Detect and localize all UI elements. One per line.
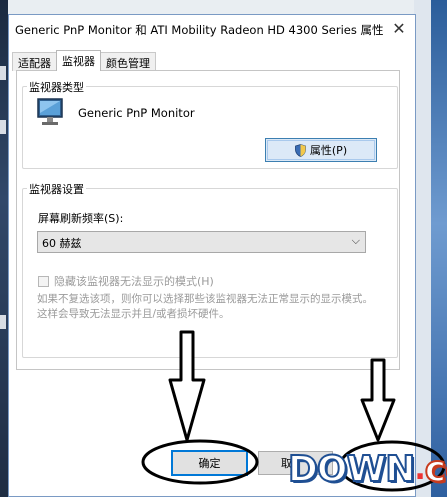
properties-button-label: 属性(P) (309, 144, 348, 157)
tab-monitor[interactable]: 监视器 (56, 50, 101, 71)
tab-color-management[interactable]: 颜色管理 (100, 52, 156, 71)
tab-adapter[interactable]: 适配器 (12, 52, 57, 71)
hide-modes-hint: 如果不复选该项，则你可以选择那些该监视器无法正常显示的显示模式。这样会导致无法显… (37, 293, 373, 320)
desktop-right-strip (414, 0, 447, 497)
desktop-fragment (0, 66, 6, 80)
chevron-down-icon: ⌵ (351, 234, 360, 247)
refresh-rate-label: 屏幕刷新频率(S): (38, 212, 124, 225)
tab-strip: 适配器 监视器 颜色管理 (8, 50, 156, 72)
desktop-left-strip (0, 0, 8, 497)
refresh-rate-value: 60 赫兹 (42, 237, 82, 250)
monitor-icon (37, 98, 63, 125)
watermark-cc: cc (424, 448, 447, 491)
monitor-settings-legend: 监视器设置 (27, 181, 86, 197)
monitor-type-legend: 监视器类型 (27, 79, 86, 95)
monitor-name: Generic PnP Monitor (78, 106, 195, 120)
ok-button[interactable]: 确定 (171, 450, 248, 476)
window-title: Generic PnP Monitor 和 ATI Mobility Radeo… (15, 23, 384, 37)
close-icon[interactable]: ✕ (391, 21, 407, 37)
desktop-fragment (0, 120, 6, 134)
title-bar: Generic PnP Monitor 和 ATI Mobility Radeo… (9, 15, 415, 45)
desktop-fragment (0, 315, 6, 329)
hide-modes-row: 隐藏该监视器无法显示的模式(H) (38, 273, 214, 289)
properties-button[interactable]: 属性(P) (265, 138, 377, 162)
hide-modes-label: 隐藏该监视器无法显示的模式(H) (54, 275, 214, 288)
watermark-dot: . (414, 451, 425, 487)
desktop-wallpaper-strip (431, 0, 447, 497)
site-watermark: DOWN . cc (287, 447, 447, 491)
watermark-main: DOWN (287, 448, 416, 491)
hide-modes-checkbox[interactable] (38, 275, 49, 287)
refresh-rate-select[interactable]: 60 赫兹 ⌵ (37, 231, 366, 253)
shield-icon (294, 143, 306, 157)
